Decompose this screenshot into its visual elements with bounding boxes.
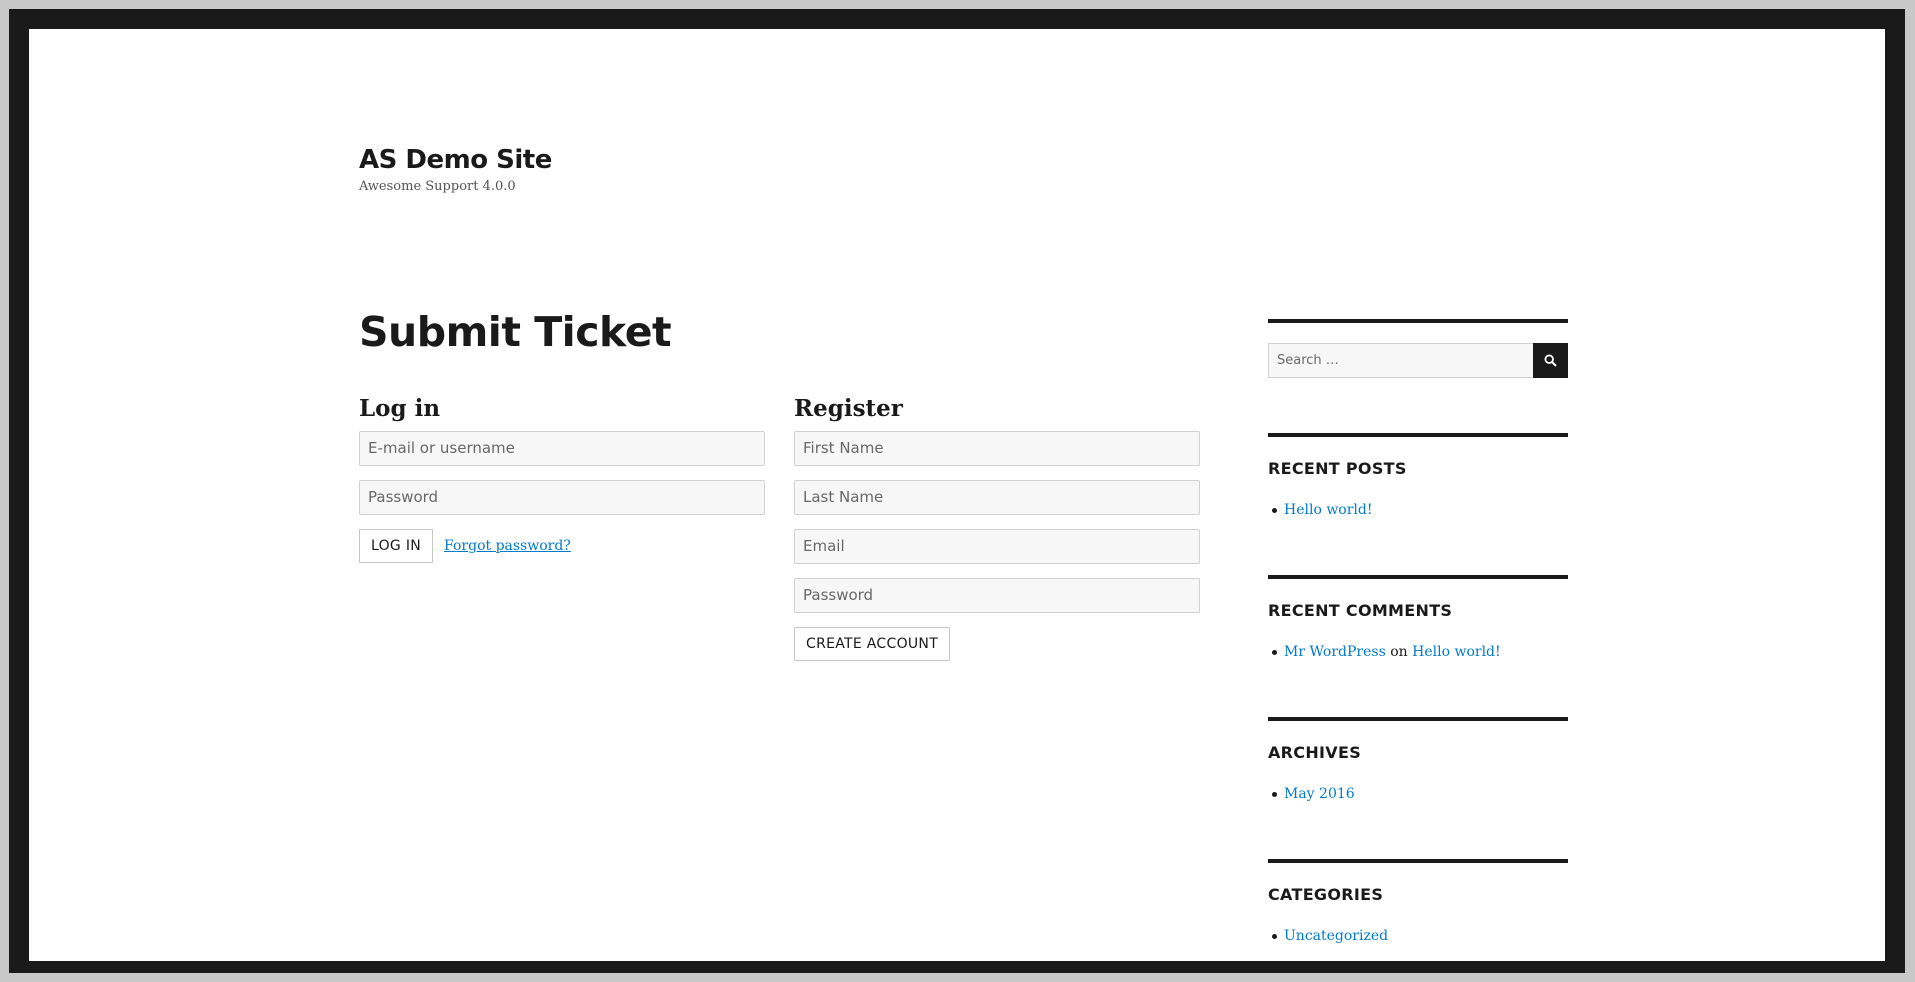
register-password-field[interactable]: Password [794,578,1200,613]
login-actions: LOG IN Forgot password? [359,529,765,563]
last-name-field[interactable]: Last Name [794,480,1200,515]
recent-comments-list: Mr WordPress on Hello world! [1268,643,1568,661]
recent-comments-title: RECENT COMMENTS [1268,601,1453,620]
sidebar: Search … RECENT POSTS Hello world! RECEN… [1268,319,1568,945]
first-name-field[interactable]: First Name [794,431,1200,466]
list-item: Hello world! [1268,501,1568,519]
archive-link[interactable]: May 2016 [1284,786,1355,802]
email-field[interactable]: Email [794,529,1200,564]
recent-comments-widget: RECENT COMMENTS Mr WordPress on Hello wo… [1268,575,1568,661]
recent-post-link[interactable]: Hello world! [1284,502,1373,518]
categories-widget: CATEGORIES Uncategorized [1268,859,1568,945]
login-button[interactable]: LOG IN [359,529,434,563]
archives-widget: ARCHIVES May 2016 [1268,717,1568,803]
categories-list: Uncategorized [1268,927,1568,945]
list-item: Uncategorized [1268,927,1568,945]
comment-author-link[interactable]: Mr WordPress [1284,644,1386,660]
register-heading: Register [794,395,903,422]
search-icon [1544,354,1557,367]
archives-title: ARCHIVES [1268,743,1362,762]
login-password-field[interactable]: Password [359,480,765,515]
site-title[interactable]: AS Demo Site [359,143,552,177]
recent-posts-title: RECENT POSTS [1268,459,1407,478]
site-description: Awesome Support 4.0.0 [359,179,516,194]
search-button[interactable] [1533,343,1568,378]
recent-posts-list: Hello world! [1268,501,1568,519]
create-account-button[interactable]: CREATE ACCOUNT [794,627,951,661]
register-actions: CREATE ACCOUNT [794,627,1200,661]
login-form: Log in E-mail or username Password LOG I… [359,393,765,563]
browser-frame: AS Demo Site Awesome Support 4.0.0 Submi… [9,9,1905,973]
login-heading: Log in [359,395,441,422]
recent-posts-widget: RECENT POSTS Hello world! [1268,433,1568,519]
site-header: AS Demo Site Awesome Support 4.0.0 [359,143,552,194]
comment-post-link[interactable]: Hello world! [1412,644,1501,660]
search-input[interactable]: Search … [1268,343,1534,378]
page-title: Submit Ticket [359,308,672,356]
search-form: Search … [1268,343,1568,378]
forgot-password-link[interactable]: Forgot password? [444,538,571,554]
list-item: Mr WordPress on Hello world! [1268,643,1568,661]
list-item: May 2016 [1268,785,1568,803]
register-form: Register First Name Last Name Email Pass… [794,393,1200,661]
comment-on-text: on [1390,644,1408,660]
archives-list: May 2016 [1268,785,1568,803]
category-link[interactable]: Uncategorized [1284,928,1388,944]
search-widget: Search … [1268,319,1568,378]
page: AS Demo Site Awesome Support 4.0.0 Submi… [29,29,1885,961]
username-field[interactable]: E-mail or username [359,431,765,466]
categories-title: CATEGORIES [1268,885,1384,904]
